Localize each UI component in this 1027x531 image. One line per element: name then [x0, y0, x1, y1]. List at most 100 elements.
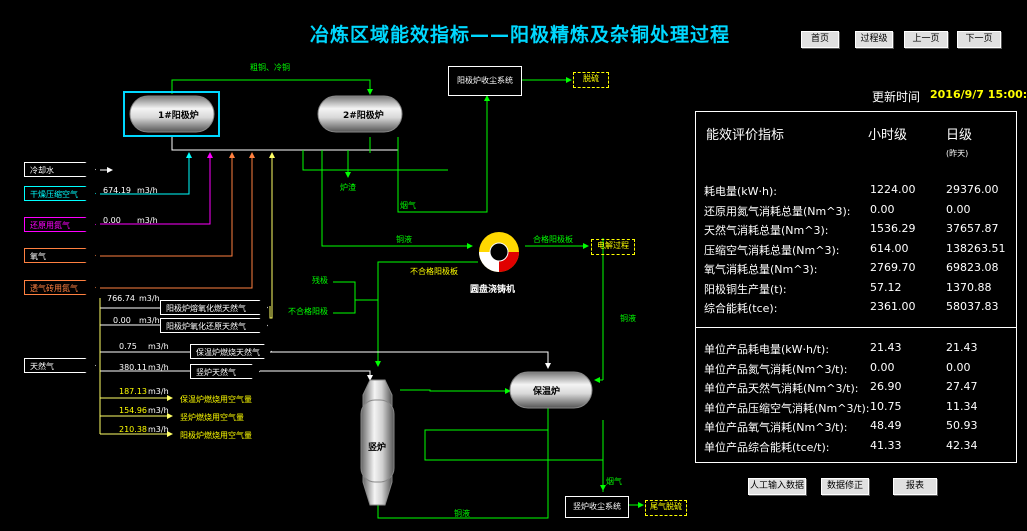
gas-branch4-value: 380.11 [119, 363, 147, 372]
manual-input-button[interactable]: 人工输入数据 [748, 478, 806, 495]
process-level-button[interactable]: 过程级 [855, 31, 893, 48]
air-branch2-unit: m3/h [148, 406, 169, 415]
metric-hourly-value: 41.33 [870, 438, 902, 452]
metric-label: 单位产品天然气消耗(Nm^3/t): [704, 382, 859, 395]
metric-daily-value: 27.47 [946, 380, 978, 393]
metric-label: 压缩空气消耗总量(Nm^3): [704, 243, 840, 257]
residual-plate-label: 残极 [312, 276, 328, 285]
air-branch3-unit: m3/h [148, 425, 169, 434]
metric-label: 还原用氮气消耗总量(Nm^3): [704, 204, 851, 218]
metric-label: 单位产品氧气消耗(Nm^3/t): [704, 421, 848, 434]
copper-liquid2-label: 铜液 [620, 314, 636, 323]
copper-liquid1-label: 铜液 [396, 235, 412, 244]
metric-hourly-value: 2361.00 [870, 300, 916, 313]
nitrogen-unit: m3/h [137, 216, 158, 225]
metric-daily-value: 1370.88 [946, 280, 992, 294]
natural-gas-input: 天然气 [24, 358, 96, 373]
dry-air-input: 干燥压缩空气 [24, 186, 96, 201]
metric-hourly-value: 57.12 [870, 280, 902, 294]
furnace1-label: 1#阳极炉 [158, 111, 199, 121]
gas-branch2-box: 阳极炉氧化还原天然气 [160, 318, 268, 333]
metric-label: 单位产品压缩空气消耗(Nm^3/t): [704, 401, 870, 415]
casting-machine-label: 圆盘浇铸机 [470, 285, 516, 295]
metric-label: 氧气消耗总量(Nm^3): [704, 263, 818, 276]
gas-branch3-box: 保温炉燃烧天然气 [190, 344, 272, 359]
furnace2-label: 2#阳极炉 [343, 111, 384, 121]
metric-daily-value: 69823.08 [946, 261, 999, 274]
next-page-button[interactable]: 下一页 [957, 31, 1001, 48]
dust-system-box: 阳极炉收尘系统 [448, 66, 522, 96]
qualified-plate-label: 合格阳极板 [533, 235, 573, 244]
dry-air-unit: m3/h [137, 186, 158, 195]
air-branch2-label: 竖炉燃烧用空气量 [180, 413, 244, 422]
metric-daily-value: 21.43 [946, 341, 978, 354]
metric-label: 单位产品综合能耗(tce/t): [704, 440, 830, 454]
metric-hourly-value: 26.90 [870, 380, 902, 393]
air-branch2-value: 154.96 [119, 406, 147, 415]
flue-desulfur-box: 尾气脱硫 [645, 500, 687, 516]
oxygen-input: 氧气 [24, 248, 96, 263]
gas-branch1-box: 阳极炉熔氧化燃天然气 [160, 300, 268, 315]
metric-daily-value: 11.34 [946, 399, 978, 413]
daily-header: 日级 [946, 128, 973, 143]
update-time-label: 更新时间 [872, 90, 921, 104]
electrolysis-box: 电解过程 [591, 239, 635, 255]
air-branch1-unit: m3/h [148, 387, 169, 396]
metric-hourly-value: 0.00 [870, 360, 895, 374]
nitrogen-input: 还原用氮气 [24, 217, 96, 232]
brick-nitrogen-input: 透气砖用氮气 [24, 280, 96, 295]
shaft-furnace-label: 竖炉 [368, 443, 387, 453]
gas-branch2-value: 0.00 [113, 316, 131, 325]
gas-branch4-unit: m3/h [148, 363, 169, 372]
metric-label: 天然气消耗总量(Nm^3): [704, 224, 829, 237]
panel-divider [695, 327, 1017, 328]
air-branch3-value: 210.38 [119, 425, 147, 434]
gas-branch1-unit: m3/h [139, 294, 160, 303]
gas-branch1-value: 766.74 [107, 294, 135, 303]
metric-label: 单位产品氮气消耗(Nm^3/t): [704, 362, 848, 376]
unqualified-plate1-label: 不合格阳极板 [410, 267, 458, 276]
data-correction-button[interactable]: 数据修正 [821, 478, 869, 495]
gas-branch3-unit: m3/h [148, 342, 169, 351]
copper-liquid3-label: 铜液 [454, 509, 470, 518]
metric-daily-value: 0.00 [946, 360, 971, 374]
metric-hourly-value: 0.00 [870, 202, 895, 216]
gas-branch3-value: 0.75 [119, 342, 137, 351]
daily-subheader: (昨天) [946, 149, 969, 158]
air-branch1-value: 187.13 [119, 387, 147, 396]
metric-label: 综合能耗(tce): [704, 302, 778, 315]
metric-label: 耗电量(kW·h): [704, 185, 778, 198]
metric-daily-value: 42.34 [946, 438, 978, 452]
update-time-value: 2016/9/7 15:00:00 [930, 88, 1027, 101]
flue-gas1-label: 烟气 [400, 201, 416, 210]
indicator-header: 能效评价指标 [706, 128, 785, 143]
metric-hourly-value: 1224.00 [870, 183, 916, 196]
shaft-dust-box: 竖炉收尘系统 [565, 496, 629, 518]
metric-daily-value: 138263.51 [946, 241, 1006, 255]
dry-air-value: 674.19 [103, 186, 131, 195]
hourly-header: 小时级 [868, 128, 908, 143]
metric-daily-value: 50.93 [946, 419, 978, 432]
metric-daily-value: 0.00 [946, 202, 971, 216]
home-button[interactable]: 首页 [801, 31, 839, 48]
prev-page-button[interactable]: 上一页 [904, 31, 948, 48]
gas-branch2-unit: m3/h [139, 316, 160, 325]
air-branch3-label: 阳极炉燃烧用空气量 [180, 431, 252, 440]
metric-label: 单位产品耗电量(kW·h/t): [704, 343, 830, 356]
metric-hourly-value: 2769.70 [870, 261, 916, 274]
metric-daily-value: 37657.87 [946, 222, 999, 235]
metric-daily-value: 29376.00 [946, 183, 999, 196]
gas-branch4-box: 竖炉天然气 [190, 364, 260, 379]
nitrogen-value: 0.00 [103, 216, 121, 225]
metric-daily-value: 58037.83 [946, 300, 999, 313]
desulfur-box: 脱硫 [573, 72, 609, 88]
air-branch1-label: 保温炉燃烧用空气量 [180, 395, 252, 404]
cooling-water-input: 冷却水 [24, 162, 96, 177]
flue-gas2-label: 烟气 [606, 477, 622, 486]
metric-hourly-value: 21.43 [870, 341, 902, 354]
top-input-label: 粗铜、冷铜 [250, 63, 290, 72]
metric-hourly-value: 48.49 [870, 419, 902, 432]
metric-label: 阳极铜生产量(t): [704, 282, 787, 296]
metric-hourly-value: 614.00 [870, 241, 909, 255]
report-button[interactable]: 报表 [893, 478, 937, 495]
